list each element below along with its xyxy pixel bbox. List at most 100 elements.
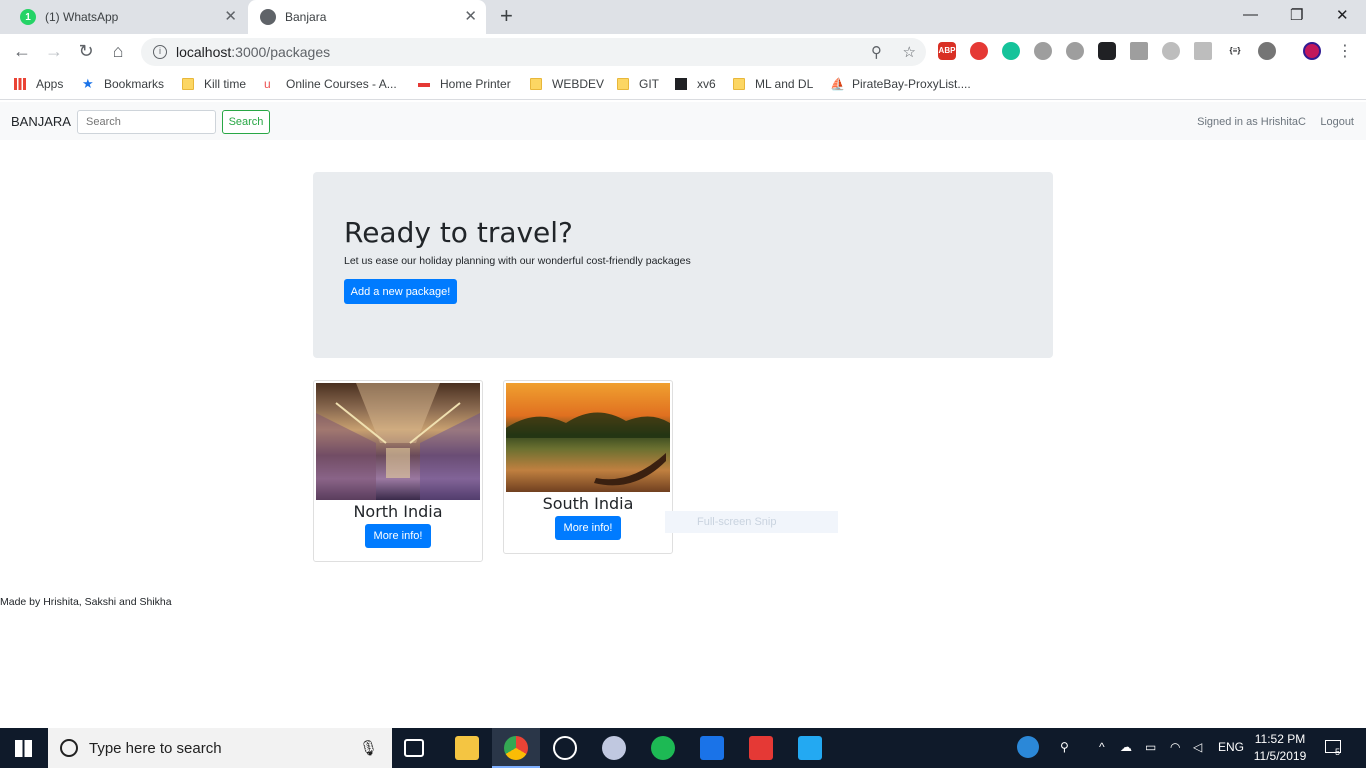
grammarly-icon[interactable] bbox=[1002, 42, 1020, 60]
bookmark-apps[interactable]: Apps bbox=[14, 77, 63, 91]
new-tab-icon[interactable]: + bbox=[500, 5, 513, 27]
url-path: :3000/packages bbox=[231, 44, 331, 60]
chevron-up-icon[interactable]: ^ bbox=[1099, 740, 1105, 754]
pirate-ship-icon: ⛵ bbox=[830, 77, 845, 91]
folder-icon bbox=[617, 78, 629, 90]
bookmark-label: Online Courses - A... bbox=[286, 77, 397, 91]
star-icon: ★ bbox=[82, 76, 94, 91]
spotify-icon[interactable] bbox=[651, 736, 675, 760]
file-explorer-icon[interactable] bbox=[455, 736, 479, 760]
star-icon[interactable]: ☆ bbox=[903, 43, 916, 61]
bookmark-webdev[interactable]: WEBDEV bbox=[530, 77, 604, 91]
tab-whatsapp[interactable]: 1 (1) WhatsApp ✕ bbox=[8, 0, 246, 34]
clock-date: 11/5/2019 bbox=[1253, 749, 1307, 763]
bookmark-bookmarks[interactable]: ★ Bookmarks bbox=[82, 77, 164, 91]
bookmarks-bar: Apps ★ Bookmarks Kill time u Online Course… bbox=[0, 70, 1366, 100]
restore-icon[interactable]: ❐ bbox=[1290, 6, 1303, 24]
folder-icon bbox=[530, 78, 542, 90]
globe-icon bbox=[260, 9, 276, 25]
whatsapp-icon: 1 bbox=[20, 9, 36, 25]
microphone-icon[interactable]: 🎙 bbox=[359, 739, 378, 757]
bookmark-label: Bookmarks bbox=[104, 77, 165, 91]
extension-icon[interactable] bbox=[1194, 42, 1212, 60]
logout-link[interactable]: Logout bbox=[1320, 116, 1354, 128]
mall-interior-image bbox=[316, 383, 480, 500]
battery-icon[interactable]: ▭ bbox=[1145, 740, 1156, 754]
taskbar-search-placeholder: Type here to search bbox=[89, 739, 222, 757]
info-icon[interactable]: i bbox=[153, 45, 167, 59]
tab-banjara[interactable]: Banjara ✕ bbox=[248, 0, 486, 34]
extension-icon[interactable] bbox=[1066, 42, 1084, 60]
chrome-taskbar-item[interactable] bbox=[492, 728, 540, 768]
package-card: North India More info! bbox=[313, 380, 483, 562]
alarm-clock-icon[interactable] bbox=[553, 736, 577, 760]
task-view-icon[interactable] bbox=[404, 739, 424, 757]
reload-icon[interactable]: ↻ bbox=[75, 41, 97, 62]
taskbar-search[interactable]: Type here to search 🎙 bbox=[48, 728, 392, 768]
vscode-icon[interactable] bbox=[798, 736, 822, 760]
system-clock[interactable]: 11:52 PM 11/5/2019 bbox=[1250, 731, 1310, 765]
site-brand[interactable]: BANJARA bbox=[11, 114, 71, 129]
package-title: North India bbox=[353, 502, 443, 521]
backwater-boat-image bbox=[506, 412, 670, 486]
back-icon[interactable]: ← bbox=[11, 41, 33, 62]
package-image bbox=[316, 383, 480, 500]
apps-grid-icon bbox=[14, 78, 26, 90]
tab-label: (1) WhatsApp bbox=[45, 10, 119, 24]
paint-icon[interactable] bbox=[602, 736, 626, 760]
home-icon[interactable]: ⌂ bbox=[107, 41, 129, 62]
bookmark-home-printer[interactable]: Home Printer bbox=[418, 77, 511, 91]
more-info-button[interactable]: More info! bbox=[365, 524, 431, 548]
site-navbar: BANJARA Search Signed in as HrishitaC Lo… bbox=[0, 102, 1366, 140]
globe-extension-icon[interactable] bbox=[1162, 42, 1180, 60]
page-content: BANJARA Search Signed in as HrishitaC Lo… bbox=[0, 102, 1366, 728]
onedrive-icon[interactable]: ☁ bbox=[1120, 740, 1132, 754]
zoom-icon[interactable]: ⚲ bbox=[871, 43, 882, 61]
url-host: localhost bbox=[176, 44, 232, 60]
more-info-button[interactable]: More info! bbox=[555, 516, 621, 540]
language-indicator[interactable]: ENG bbox=[1218, 740, 1244, 754]
bookmark-label: Home Printer bbox=[440, 77, 511, 91]
bookmark-online-courses[interactable]: u Online Courses - A... bbox=[264, 77, 397, 91]
volume-icon[interactable]: ◁ bbox=[1193, 740, 1202, 754]
bookmark-label: WEBDEV bbox=[552, 77, 605, 91]
acrobat-icon[interactable] bbox=[749, 736, 773, 760]
notification-center-icon[interactable]: 5 bbox=[1325, 740, 1341, 757]
package-title: South India bbox=[542, 494, 634, 513]
stop-hand-icon[interactable] bbox=[970, 42, 988, 60]
minimize-icon[interactable]: — bbox=[1243, 6, 1258, 23]
close-tab-icon[interactable]: ✕ bbox=[464, 9, 477, 25]
folder-icon bbox=[733, 78, 745, 90]
bookmark-piratebay[interactable]: ⛵ PirateBay-ProxyList.... bbox=[830, 77, 971, 91]
browser-tab-strip: 1 (1) WhatsApp ✕ Banjara ✕ + — ❐ ✕ bbox=[0, 0, 1366, 34]
bookmark-xv6[interactable]: xv6 bbox=[675, 77, 716, 91]
menu-icon[interactable]: ⋮ bbox=[1334, 41, 1356, 61]
address-bar[interactable]: i localhost:3000/packages ⚲ ☆ bbox=[141, 38, 926, 66]
tab-label: Banjara bbox=[285, 10, 327, 24]
help-icon[interactable] bbox=[1017, 736, 1039, 758]
snip-overlay[interactable]: Full-screen Snip bbox=[665, 511, 838, 533]
json-icon[interactable]: {≡} bbox=[1226, 42, 1244, 60]
extension-icon[interactable] bbox=[1130, 42, 1148, 60]
windows-start-icon[interactable] bbox=[15, 740, 32, 757]
search-button[interactable]: Search bbox=[222, 110, 270, 134]
forward-icon[interactable]: → bbox=[43, 41, 65, 62]
wifi-icon[interactable]: ◠ bbox=[1170, 740, 1180, 754]
extension-icon[interactable] bbox=[1034, 42, 1052, 60]
search-input[interactable] bbox=[77, 110, 216, 134]
bookmark-git[interactable]: GIT bbox=[617, 77, 659, 91]
bookmark-ml-dl[interactable]: ML and DL bbox=[733, 77, 813, 91]
extension-icon[interactable] bbox=[1098, 42, 1116, 60]
imo-icon[interactable] bbox=[700, 736, 724, 760]
bookmark-kill-time[interactable]: Kill time bbox=[182, 77, 246, 91]
adblock-icon[interactable]: ABP bbox=[938, 42, 956, 60]
profile-avatar[interactable] bbox=[1303, 42, 1321, 60]
pdos-icon bbox=[675, 78, 687, 90]
close-tab-icon[interactable]: ✕ bbox=[224, 9, 237, 25]
clock-time: 11:52 PM bbox=[1254, 732, 1306, 746]
people-icon[interactable]: ⚲ bbox=[1060, 740, 1069, 754]
close-window-icon[interactable]: ✕ bbox=[1336, 6, 1349, 24]
package-card: South India More info! bbox=[503, 380, 673, 554]
extension-icon[interactable] bbox=[1258, 42, 1276, 60]
add-package-button[interactable]: Add a new package! bbox=[344, 279, 457, 304]
